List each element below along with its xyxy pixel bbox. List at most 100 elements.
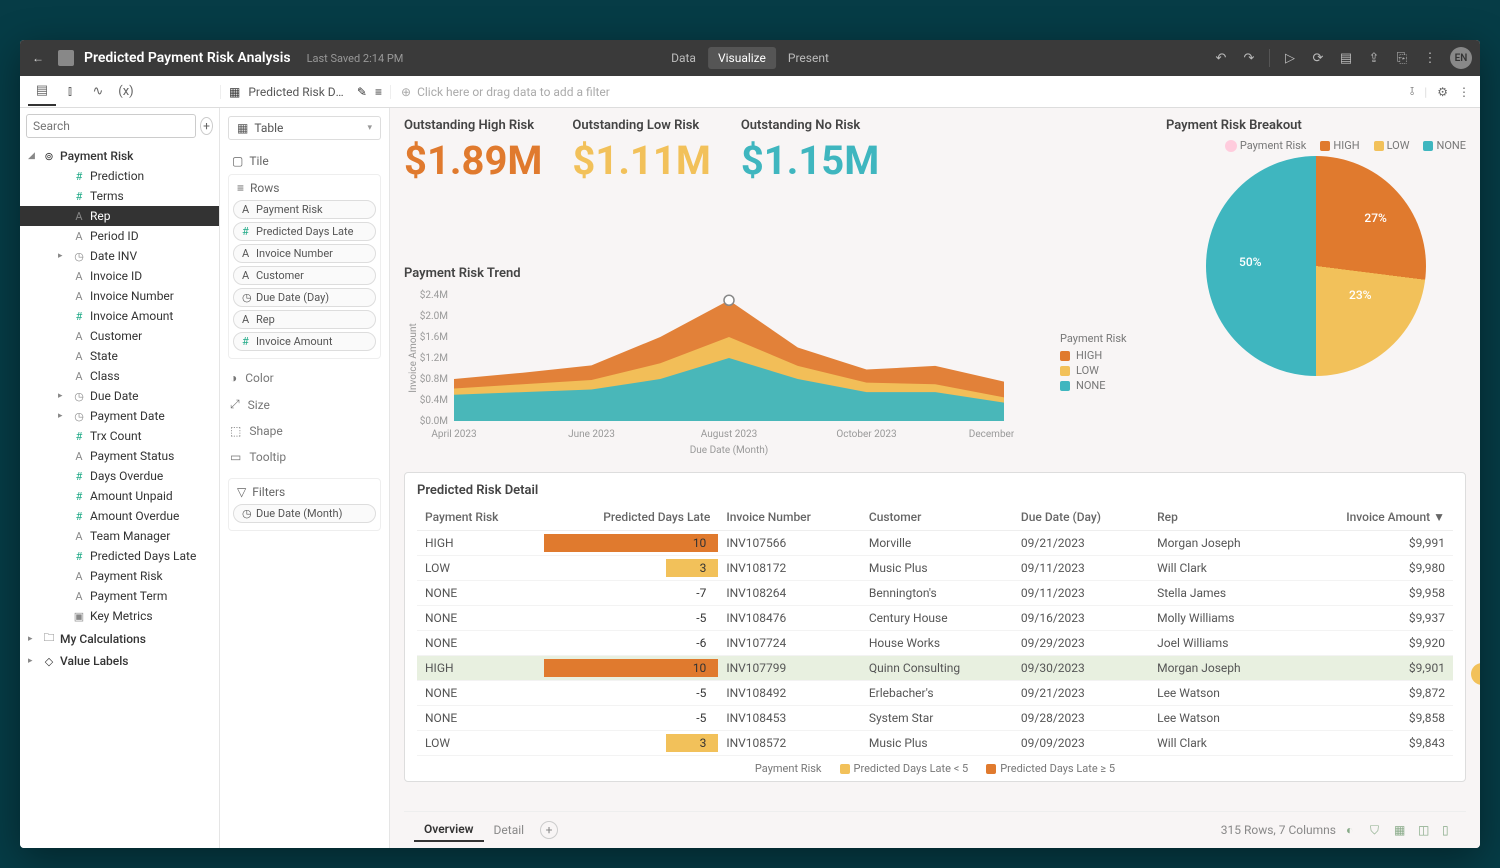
tree-item[interactable]: AInvoice ID: [20, 266, 219, 286]
dataset-selector[interactable]: ▦ Predicted Risk De... ✎ ≡: [220, 85, 390, 99]
back-button[interactable]: ←: [28, 51, 48, 65]
field-pill[interactable]: ACustomer: [233, 266, 376, 285]
column-header[interactable]: Payment Risk: [417, 504, 544, 531]
field-pill[interactable]: ◷Due Date (Day): [233, 288, 376, 307]
filter-toggle-icon[interactable]: ⫱: [1410, 84, 1414, 99]
table-row[interactable]: NONE-5INV108476Century House09/16/2023Mo…: [417, 606, 1453, 631]
tab-data[interactable]: Data: [661, 47, 706, 69]
tree-item[interactable]: #Prediction: [20, 166, 219, 186]
tab-visualize[interactable]: Visualize: [708, 47, 776, 69]
tree-folder[interactable]: ▸🗀My Calculations: [20, 626, 219, 651]
column-header[interactable]: Due Date (Day): [1013, 504, 1149, 531]
undo-icon[interactable]: ↶: [1213, 50, 1229, 66]
menu-icon[interactable]: ⋮: [1422, 50, 1438, 66]
tree-item[interactable]: AClass: [20, 366, 219, 386]
trend-chart[interactable]: Payment Risk Trend $0.0M$0.4M$0.8M$1.2M$…: [404, 266, 1044, 460]
column-header[interactable]: Invoice Amount ▼: [1290, 504, 1453, 531]
kpi-no-risk[interactable]: Outstanding No Risk $1.15M: [741, 118, 879, 184]
tree-item[interactable]: ACustomer: [20, 326, 219, 346]
table-icon: ▦: [229, 85, 240, 99]
tab-overview[interactable]: Overview: [414, 818, 484, 842]
data-tab-icon[interactable]: ▤: [28, 78, 56, 106]
play-icon[interactable]: ▷: [1282, 50, 1298, 66]
tree-item[interactable]: AInvoice Number: [20, 286, 219, 306]
tree-item[interactable]: ▸◷Date INV: [20, 246, 219, 266]
refresh-icon[interactable]: ⟳: [1310, 50, 1326, 66]
tree-item[interactable]: #Trx Count: [20, 426, 219, 446]
table-row[interactable]: HIGH10INV107566Morville09/21/2023Morgan …: [417, 531, 1453, 556]
tree-root[interactable]: ◢⊚Payment Risk: [20, 146, 219, 166]
table-row[interactable]: NONE-7INV108264Bennington's09/11/2023Ste…: [417, 581, 1453, 606]
cell: Music Plus: [861, 556, 1013, 581]
tab-detail[interactable]: Detail: [484, 819, 535, 841]
export-icon[interactable]: ⇪: [1366, 50, 1382, 66]
search-input[interactable]: [26, 114, 196, 138]
table-row[interactable]: HIGH10INV107799Quinn Consulting09/30/202…: [417, 656, 1453, 681]
tree-item[interactable]: #Predicted Days Late: [20, 546, 219, 566]
kpi-low-risk[interactable]: Outstanding Low Risk $1.11M: [572, 118, 710, 184]
tree-item[interactable]: ▸◷Payment Date: [20, 406, 219, 426]
save-icon[interactable]: ▤: [1338, 50, 1354, 66]
field-pill[interactable]: ◷Due Date (Month): [233, 504, 376, 523]
user-avatar[interactable]: EN: [1450, 47, 1472, 69]
viz-tab-icon[interactable]: ⫾: [56, 78, 84, 106]
field-pill[interactable]: APayment Risk: [233, 200, 376, 219]
tree-item[interactable]: #Invoice Amount: [20, 306, 219, 326]
table-row[interactable]: NONE-5INV108492Erlebacher's09/21/2023Lee…: [417, 681, 1453, 706]
tree-item[interactable]: ▸◷Due Date: [20, 386, 219, 406]
table-row[interactable]: LOW3INV108172Music Plus09/11/2023Will Cl…: [417, 556, 1453, 581]
table-row[interactable]: LOW3INV108572Music Plus09/09/2023Will Cl…: [417, 731, 1453, 756]
tree-item[interactable]: APayment Risk: [20, 566, 219, 586]
tile-section[interactable]: ▢Tile: [228, 148, 381, 174]
tree-item[interactable]: APayment Status: [20, 446, 219, 466]
search-row: +: [20, 108, 219, 144]
table-row[interactable]: NONE-6INV107724House Works09/29/2023Joel…: [417, 631, 1453, 656]
tree-item[interactable]: #Terms: [20, 186, 219, 206]
detail-table[interactable]: Payment RiskPredicted Days LateInvoice N…: [417, 504, 1453, 756]
tree-item[interactable]: #Amount Unpaid: [20, 486, 219, 506]
column-header[interactable]: Invoice Number: [718, 504, 861, 531]
filters-shelf[interactable]: ▽Filters ◷Due Date (Month): [228, 478, 381, 531]
dataset-edit-icon[interactable]: ✎: [357, 85, 367, 99]
tree-item[interactable]: #Amount Overdue: [20, 506, 219, 526]
field-pill[interactable]: #Invoice Amount: [233, 332, 376, 351]
color-shelf[interactable]: ◑Color: [228, 365, 381, 391]
kpi-high-risk[interactable]: Outstanding High Risk $1.89M: [404, 118, 542, 184]
field-pill[interactable]: #Predicted Days Late: [233, 222, 376, 241]
layout-icon[interactable]: ◫: [1418, 823, 1432, 837]
add-data-button[interactable]: +: [200, 117, 213, 135]
table-row[interactable]: NONE-5INV108453System Star09/28/2023Lee …: [417, 706, 1453, 731]
pie-chart[interactable]: 50%27%23%: [1206, 156, 1426, 376]
filter-bar[interactable]: ⊕ Click here or drag data to add a filte…: [390, 85, 1400, 99]
analytics-tab-icon[interactable]: ∿: [84, 78, 112, 106]
column-header[interactable]: Predicted Days Late: [544, 504, 719, 531]
tree-item[interactable]: #Days Overdue: [20, 466, 219, 486]
size-shelf[interactable]: ⤢Size: [228, 391, 381, 418]
tree-item[interactable]: AState: [20, 346, 219, 366]
rows-shelf[interactable]: ≡Rows APayment Risk#Predicted Days LateA…: [228, 174, 381, 359]
layout2-icon[interactable]: ▯: [1442, 823, 1456, 837]
column-header[interactable]: Customer: [861, 504, 1013, 531]
tree-item[interactable]: ▣Key Metrics: [20, 606, 219, 626]
field-pill[interactable]: AInvoice Number: [233, 244, 376, 263]
tooltip-shelf[interactable]: ▭Tooltip: [228, 444, 381, 470]
more-icon[interactable]: ⋮: [1458, 85, 1470, 99]
grid-icon[interactable]: ▦: [1394, 823, 1408, 837]
tree-item[interactable]: ATeam Manager: [20, 526, 219, 546]
share-icon[interactable]: ⎘: [1394, 50, 1410, 66]
tree-item[interactable]: ARep: [20, 206, 219, 226]
viz-type-select[interactable]: ▦ Table ▾: [228, 116, 381, 140]
redo-icon[interactable]: ↷: [1241, 50, 1257, 66]
tree-item[interactable]: APeriod ID: [20, 226, 219, 246]
tree-item[interactable]: APayment Term: [20, 586, 219, 606]
kpi-value: $1.15M: [741, 137, 879, 184]
tab-present[interactable]: Present: [778, 47, 839, 69]
field-pill[interactable]: ARep: [233, 310, 376, 329]
dataset-list-icon[interactable]: ≡: [375, 85, 382, 99]
params-tab-icon[interactable]: (x): [112, 78, 140, 106]
shape-shelf[interactable]: ⬚Shape: [228, 418, 381, 444]
column-header[interactable]: Rep: [1149, 504, 1290, 531]
tree-folder[interactable]: ▸◇Value Labels: [20, 651, 219, 671]
add-tab-button[interactable]: +: [540, 821, 558, 839]
settings-icon[interactable]: ⚙: [1437, 85, 1448, 99]
